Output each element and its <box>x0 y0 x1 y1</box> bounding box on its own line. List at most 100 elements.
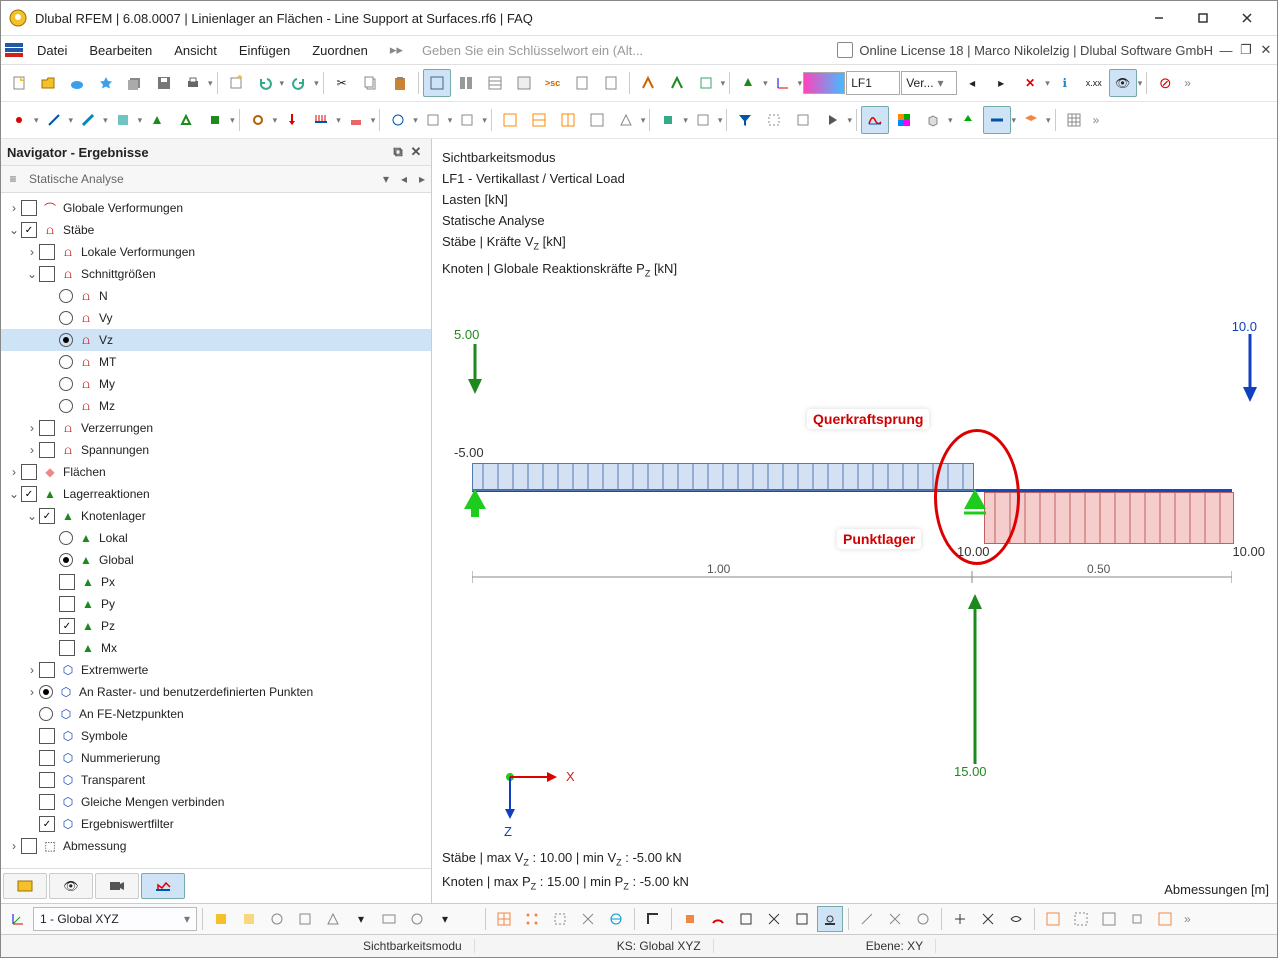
combo-prev[interactable]: ◂ <box>395 172 413 186</box>
grid-big-button[interactable] <box>1060 106 1088 134</box>
snap-int[interactable] <box>733 906 759 932</box>
snap-obj[interactable] <box>789 906 815 932</box>
analysis-combo[interactable]: ≡ Statische Analyse ▾ ◂ ▸ <box>1 166 431 193</box>
tree-transparent[interactable]: ⬡Transparent <box>1 769 431 791</box>
grid-t2[interactable] <box>525 106 553 134</box>
open-button[interactable] <box>34 69 62 97</box>
support-s-tool[interactable] <box>201 106 229 134</box>
tree-mz[interactable]: ⩍Mz <box>1 395 431 417</box>
grid-t4[interactable] <box>583 106 611 134</box>
bt-e[interactable] <box>320 906 346 932</box>
misc-a[interactable] <box>384 106 412 134</box>
delete-result-button[interactable]: ✕ <box>1016 69 1044 97</box>
misc-b[interactable] <box>419 106 447 134</box>
bt-f[interactable] <box>376 906 402 932</box>
grid-t1[interactable] <box>496 106 524 134</box>
maximize-button[interactable] <box>1181 4 1225 32</box>
snap-perp[interactable] <box>761 906 787 932</box>
tree-stabe[interactable]: ⌄⩍Stäbe <box>1 219 431 241</box>
support-n-tool[interactable] <box>143 106 171 134</box>
grid-t3[interactable] <box>554 106 582 134</box>
prev-button[interactable]: ◂ <box>958 69 986 97</box>
tree-spannungen[interactable]: ›⩍Spannungen <box>1 439 431 461</box>
grid-t5[interactable] <box>612 106 640 134</box>
grid-snap-b[interactable] <box>519 906 545 932</box>
bt-a[interactable] <box>208 906 234 932</box>
menu-overflow-icon[interactable]: ▸▸ <box>380 42 413 58</box>
new-button[interactable] <box>5 69 33 97</box>
filter-button[interactable] <box>731 106 759 134</box>
calc-c-button[interactable] <box>692 69 720 97</box>
member-tool[interactable] <box>74 106 102 134</box>
coord-button[interactable] <box>769 69 797 97</box>
menu-bearbeiten[interactable]: Bearbeiten <box>79 40 162 61</box>
view-mode2-button[interactable] <box>452 69 480 97</box>
new-item-button[interactable]: ✦ <box>222 69 250 97</box>
tree-gleiche[interactable]: ⬡Gleiche Mengen verbinden <box>1 791 431 813</box>
load-p-tool[interactable] <box>278 106 306 134</box>
loadcase-text-combo[interactable]: Ver...▾ <box>901 71 957 95</box>
tool-z[interactable] <box>1003 906 1029 932</box>
sel-hide[interactable] <box>789 106 817 134</box>
undo-button[interactable] <box>251 69 279 97</box>
mdi-restore-button[interactable]: ❐ <box>1239 42 1253 58</box>
tree-py[interactable]: ▲Py <box>1 593 431 615</box>
tree-my[interactable]: ⩍My <box>1 373 431 395</box>
close-button[interactable] <box>1225 4 1269 32</box>
result-tree[interactable]: ›⌒Globale Verformungen ⌄⩍Stäbe ›⩍Lokale … <box>1 193 431 868</box>
stop-button[interactable]: ⊘ <box>1151 69 1179 97</box>
paste-button[interactable] <box>386 69 414 97</box>
diag-active[interactable] <box>983 106 1011 134</box>
tree-mt[interactable]: ⩍MT <box>1 351 431 373</box>
grid-2[interactable] <box>1068 906 1094 932</box>
guide-a[interactable] <box>854 906 880 932</box>
grid-snap-c[interactable] <box>547 906 573 932</box>
tree-fe[interactable]: ⬡An FE-Netzpunkten <box>1 703 431 725</box>
toolbar-overflow-icon[interactable]: » <box>1180 76 1191 90</box>
sel-box[interactable] <box>760 106 788 134</box>
cs-combo[interactable]: 1 - Global XYZ▾ <box>33 907 197 931</box>
color-scale[interactable] <box>803 72 845 94</box>
color-button[interactable] <box>890 106 918 134</box>
line-tool[interactable] <box>40 106 68 134</box>
fav-button[interactable] <box>92 69 120 97</box>
print-button[interactable] <box>179 69 207 97</box>
load-s-tool[interactable] <box>342 106 370 134</box>
cloud-button[interactable] <box>63 69 91 97</box>
snap-end[interactable] <box>677 906 703 932</box>
cut-button[interactable]: ✂ <box>328 69 356 97</box>
tree-flaechen[interactable]: ›◆Flächen <box>1 461 431 483</box>
sel-b[interactable] <box>689 106 717 134</box>
grid-3[interactable] <box>1096 906 1122 932</box>
guide-b[interactable] <box>882 906 908 932</box>
layer-button[interactable] <box>1017 106 1045 134</box>
menu-search-input[interactable]: Geben Sie ein Schlüsselwort ein (Alt... <box>415 40 689 61</box>
bt-c[interactable] <box>264 906 290 932</box>
mdi-close-button[interactable]: ✕ <box>1259 42 1273 58</box>
calc-a-button[interactable] <box>634 69 662 97</box>
navigator-close-button[interactable]: ✕ <box>407 144 425 160</box>
tool-c-button[interactable] <box>597 69 625 97</box>
redo-button[interactable] <box>285 69 313 97</box>
tree-globale-verformungen[interactable]: ›⌒Globale Verformungen <box>1 197 431 219</box>
calc-b-button[interactable] <box>663 69 691 97</box>
tree-lokale-verformungen[interactable]: ›⩍Lokale Verformungen <box>1 241 431 263</box>
bottom-overflow-icon[interactable]: » <box>1180 912 1191 926</box>
table-button[interactable] <box>481 69 509 97</box>
tree-n[interactable]: ⩍N <box>1 285 431 307</box>
menu-datei[interactable]: Datei <box>27 40 77 61</box>
info-button[interactable]: ℹ <box>1051 69 1079 97</box>
snap-active[interactable] <box>817 906 843 932</box>
script-button[interactable]: >sc <box>539 69 567 97</box>
tree-vy[interactable]: ⩍Vy <box>1 307 431 329</box>
result-diagram-button[interactable] <box>861 106 889 134</box>
support-l-tool[interactable] <box>172 106 200 134</box>
tree-symbole[interactable]: ⬡Symbole <box>1 725 431 747</box>
next-button[interactable]: ▸ <box>987 69 1015 97</box>
navigator-pin-button[interactable]: ⧉ <box>389 144 407 160</box>
tool-x[interactable] <box>947 906 973 932</box>
tree-pz[interactable]: ▲Pz <box>1 615 431 637</box>
support-tool-button[interactable] <box>734 69 762 97</box>
bt-b[interactable] <box>236 906 262 932</box>
copy-button[interactable] <box>357 69 385 97</box>
